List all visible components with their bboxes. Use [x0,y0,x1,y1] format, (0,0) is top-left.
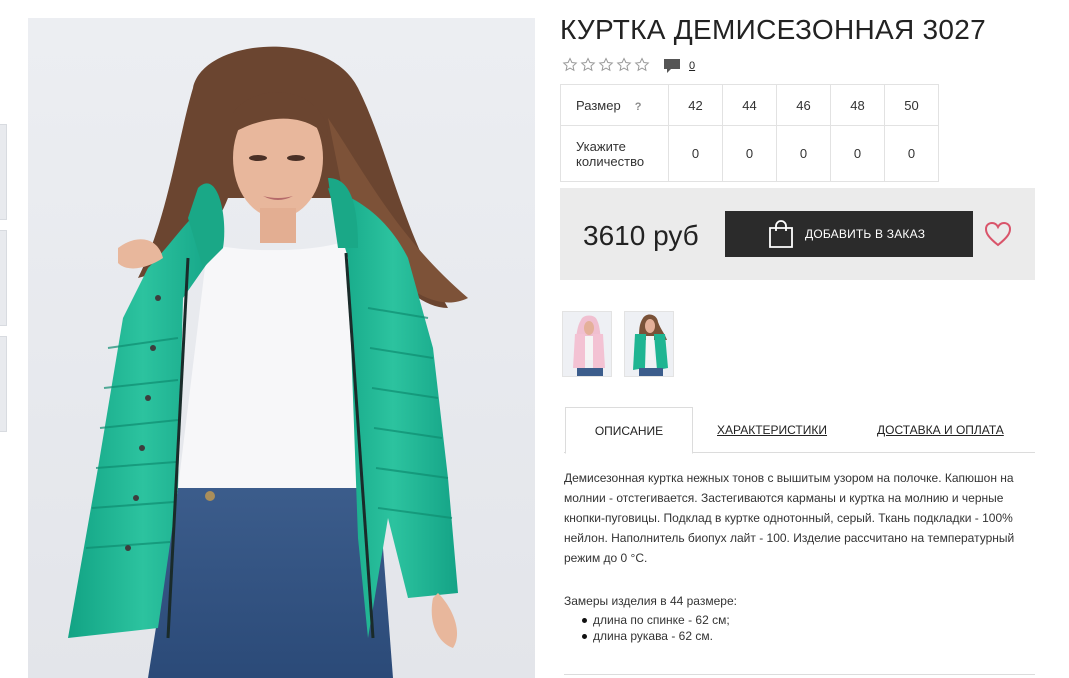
thumbnail-left-2[interactable] [0,230,7,326]
comments-link[interactable]: 0 [663,57,695,75]
variant-thumbnail-mint[interactable] [624,311,674,377]
quantity-label: Укажите количество [560,125,669,182]
star-icon[interactable] [562,57,578,73]
size-help-icon[interactable]: ? [635,101,642,113]
heart-icon[interactable] [984,221,1012,247]
tab-delivery-payment[interactable]: ДОСТАВКА И ОПЛАТА [877,407,1004,453]
star-icon[interactable] [580,57,596,73]
star-icon[interactable] [616,57,632,73]
tab-description[interactable]: ОПИСАНИЕ [565,407,693,454]
list-item: длина по спинке - 62 см; [582,612,1034,628]
size-cell: 42 [668,84,723,126]
rating-stars[interactable] [562,57,652,73]
shopping-bag-icon [769,220,793,248]
size-label: Размер [576,97,621,113]
size-label-cell: Размер? [560,84,669,126]
quantity-input[interactable]: 0 [668,125,723,182]
thumbnail-strip [0,0,8,678]
measures-list: длина по спинке - 62 см; длина рукава - … [582,612,1034,644]
quantity-input[interactable]: 0 [830,125,885,182]
tab-characteristics[interactable]: ХАРАКТЕРИСТИКИ [717,407,827,453]
star-icon[interactable] [634,57,650,73]
quantity-input[interactable]: 0 [884,125,939,182]
size-cell: 48 [830,84,885,126]
product-tabs: ОПИСАНИЕ ХАРАКТЕРИСТИКИ ДОСТАВКА И ОПЛАТ… [564,407,1035,454]
thumbnail-left-1[interactable] [0,124,7,220]
product-price: 3610 руб [583,220,699,251]
product-measures: Замеры изделия в 44 размере: длина по сп… [564,592,1034,644]
variant-thumbnail-pink[interactable] [562,311,612,377]
main-product-image[interactable] [28,18,535,678]
thumbnail-left-3[interactable] [0,336,7,432]
product-title: КУРТКА ДЕМИСЕЗОННАЯ 3027 [560,14,987,45]
size-cell: 50 [884,84,939,126]
size-quantity-table: Размер? 42 44 46 48 50 Укажите количеств… [560,84,939,182]
list-item: длина рукава - 62 см. [582,628,1034,644]
size-cell: 46 [776,84,831,126]
buy-box: 3610 руб ДОБАВИТЬ В ЗАКАЗ [560,188,1035,280]
quantity-input[interactable]: 0 [722,125,777,182]
measures-title: Замеры изделия в 44 размере: [564,594,737,608]
comment-icon [664,59,680,73]
add-to-order-button[interactable]: ДОБАВИТЬ В ЗАКАЗ [725,211,973,257]
size-cell: 44 [722,84,777,126]
add-to-order-label: ДОБАВИТЬ В ЗАКАЗ [805,227,926,241]
comments-count[interactable]: 0 [689,60,695,72]
divider [564,674,1035,675]
product-description: Демисезонная куртка нежных тонов с вышит… [564,471,1015,565]
star-icon[interactable] [598,57,614,73]
quantity-input[interactable]: 0 [776,125,831,182]
